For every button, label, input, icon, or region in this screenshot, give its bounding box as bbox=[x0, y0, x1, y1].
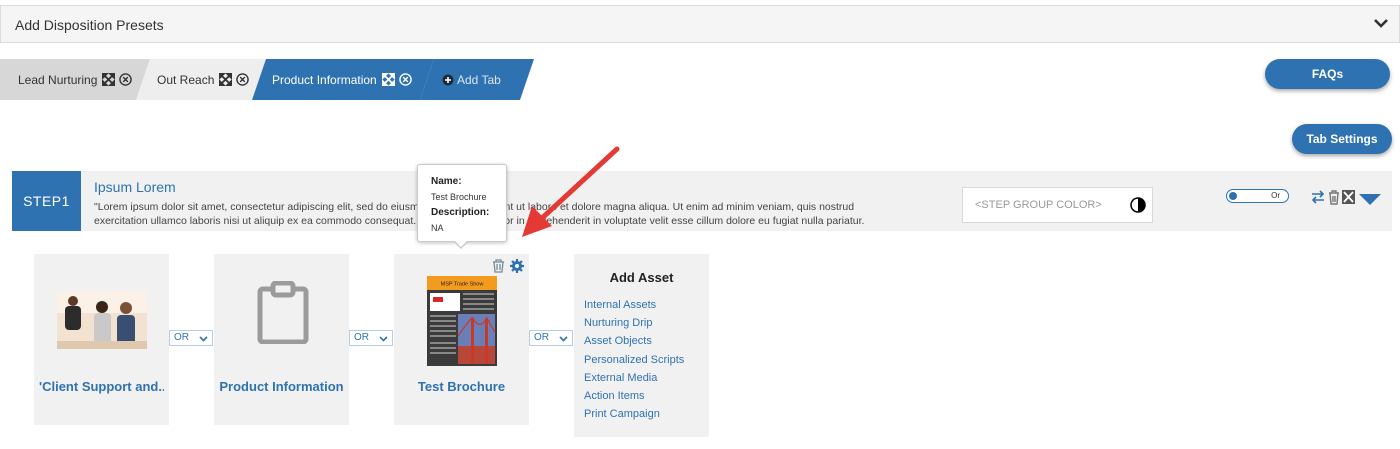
asset-card[interactable]: MSP Trade Show Test Brochure bbox=[394, 254, 529, 425]
move-icon[interactable] bbox=[1341, 188, 1357, 206]
trash-icon[interactable] bbox=[1326, 188, 1342, 206]
panel-title: Add Disposition Presets bbox=[15, 17, 164, 33]
asset-card[interactable]: Product Information bbox=[214, 254, 349, 425]
add-asset-title: Add Asset bbox=[609, 270, 674, 285]
trash-icon[interactable] bbox=[492, 259, 505, 273]
add-asset-list: Internal Assets Nurturing Drip Asset Obj… bbox=[584, 296, 684, 423]
step-group-color-input[interactable]: <STEP GROUP COLOR> bbox=[962, 187, 1153, 223]
asset-title[interactable]: Test Brochure bbox=[394, 379, 529, 394]
asset-title[interactable]: Product Information bbox=[214, 379, 349, 394]
tab-product-information[interactable]: Product Information bbox=[252, 59, 434, 100]
tooltip-description-value: NA bbox=[431, 222, 444, 233]
faqs-button[interactable]: FAQs bbox=[1265, 59, 1390, 89]
close-circle-icon[interactable] bbox=[119, 73, 132, 86]
add-asset-link-personalized-scripts[interactable]: Personalized Scripts bbox=[584, 351, 684, 369]
toggle-label: Or bbox=[1271, 191, 1280, 200]
plus-circle-icon bbox=[442, 74, 454, 86]
tab-lead-nurturing[interactable]: Lead Nurturing bbox=[0, 59, 150, 100]
add-asset-link-nurturing-drip[interactable]: Nurturing Drip bbox=[584, 314, 684, 332]
step-row: STEP1 Ipsum Lorem "Lorem ipsum dolor sit… bbox=[12, 171, 1392, 231]
brochure-thumbnail: MSP Trade Show bbox=[427, 276, 497, 366]
add-tab-label: Add Tab bbox=[457, 72, 501, 87]
tab-out-reach[interactable]: Out Reach bbox=[136, 59, 266, 100]
step-label: STEP1 bbox=[12, 171, 81, 231]
clipboard-icon bbox=[257, 281, 309, 344]
gear-icon[interactable] bbox=[510, 259, 524, 273]
meeting-photo bbox=[57, 291, 147, 349]
or-select-value: OR bbox=[174, 332, 189, 343]
or-select[interactable]: OR bbox=[529, 330, 573, 346]
add-tab-button[interactable]: Add Tab bbox=[420, 59, 534, 100]
or-select[interactable]: OR bbox=[169, 330, 213, 346]
tooltip-description-label: Description: bbox=[431, 207, 490, 218]
or-select[interactable]: OR bbox=[349, 330, 393, 346]
add-asset-link-asset-objects[interactable]: Asset Objects bbox=[584, 332, 684, 350]
asset-card[interactable]: 'Client Support and... bbox=[34, 254, 169, 425]
asset-tooltip: Name: Test Brochure Description: NA bbox=[417, 164, 507, 242]
add-asset-link-external-media[interactable]: External Media bbox=[584, 369, 684, 387]
swap-icon[interactable] bbox=[1310, 188, 1326, 206]
move-icon[interactable] bbox=[219, 73, 232, 86]
close-circle-icon[interactable] bbox=[399, 73, 412, 86]
step-title[interactable]: Ipsum Lorem bbox=[94, 179, 176, 195]
or-select-value: OR bbox=[354, 332, 369, 343]
asset-title[interactable]: 'Client Support and... bbox=[39, 379, 164, 394]
close-circle-icon[interactable] bbox=[236, 73, 249, 86]
tab-label: Out Reach bbox=[157, 72, 215, 87]
caret-down-icon[interactable] bbox=[1358, 188, 1382, 206]
brochure-header: MSP Trade Show bbox=[441, 282, 484, 288]
tab-bar: Lead Nurturing Out Reach Add Tab Product… bbox=[0, 59, 540, 100]
tab-label: Lead Nurturing bbox=[18, 72, 98, 87]
add-asset-link-internal-assets[interactable]: Internal Assets bbox=[584, 296, 684, 314]
tab-settings-button[interactable]: Tab Settings bbox=[1292, 124, 1392, 154]
move-icon[interactable] bbox=[102, 73, 115, 86]
and-or-toggle[interactable]: Or bbox=[1226, 189, 1289, 203]
add-asset-link-print-campaign[interactable]: Print Campaign bbox=[584, 405, 684, 423]
add-asset-card: Add Asset Internal Assets Nurturing Drip… bbox=[574, 254, 709, 437]
contrast-icon[interactable] bbox=[1130, 197, 1146, 213]
step-actions bbox=[1310, 188, 1392, 208]
chevron-down-icon bbox=[199, 336, 208, 342]
tooltip-arrow-inner bbox=[454, 240, 468, 247]
tooltip-name-label: Name: bbox=[431, 176, 462, 187]
toggle-knob bbox=[1229, 192, 1237, 200]
move-icon[interactable] bbox=[382, 73, 395, 86]
annotation-arrow bbox=[522, 146, 620, 237]
presets-panel-header[interactable]: Add Disposition Presets bbox=[0, 5, 1400, 43]
tooltip-name-value: Test Brochure bbox=[431, 191, 487, 202]
chevron-down-icon bbox=[379, 336, 388, 342]
add-asset-link-action-items[interactable]: Action Items bbox=[584, 387, 684, 405]
color-placeholder: <STEP GROUP COLOR> bbox=[975, 199, 1102, 211]
chevron-down-icon[interactable] bbox=[1373, 15, 1389, 31]
chevron-down-icon bbox=[559, 336, 568, 342]
tab-label: Product Information bbox=[272, 72, 377, 87]
or-select-value: OR bbox=[534, 332, 549, 343]
